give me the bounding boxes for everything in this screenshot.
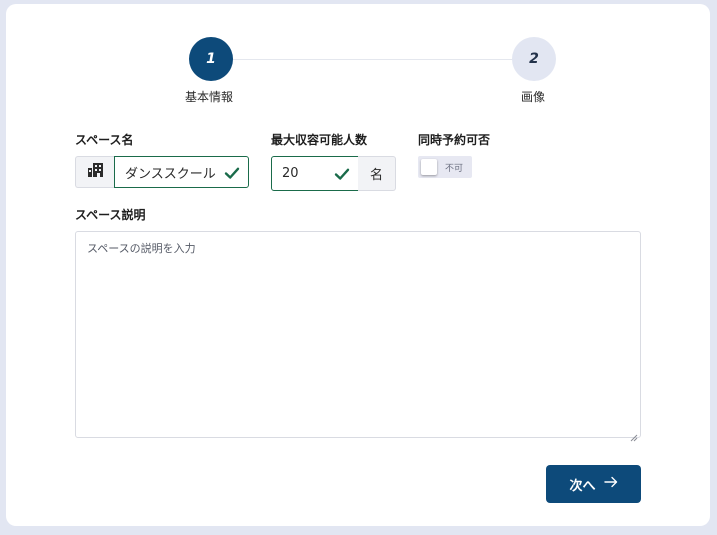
toggle-knob [421,159,437,175]
step-1-label: 基本情報 [185,90,234,104]
step-1-circle[interactable]: 1 [189,37,233,81]
description-placeholder: スペースの説明を入力 [87,242,196,255]
step-2-circle[interactable]: 2 [512,37,556,81]
toggle-state-text: 不可 [445,164,464,174]
step-1-number: 1 [206,51,216,67]
building-icon [87,162,104,182]
stepper-connector [230,59,514,60]
description-textarea[interactable]: スペースの説明を入力 [75,231,641,442]
space-name-value: ダンススクール [125,166,216,182]
space-name-input[interactable]: ダンススクール [114,156,249,188]
space-name-label: スペース名 [75,133,134,147]
description-label: スペース説明 [75,208,146,222]
check-icon [224,165,240,181]
capacity-label: 最大収容可能人数 [271,133,368,147]
capacity-value: 20 [282,166,299,181]
concurrent-booking-toggle[interactable]: 不可 [418,156,472,178]
next-button-label: 次へ [569,478,596,494]
space-name-prefix [75,156,115,188]
resize-grip-icon[interactable] [630,427,638,442]
capacity-suffix: 名 [358,156,396,191]
check-icon [334,166,350,182]
capacity-input[interactable]: 20 [271,156,359,191]
next-button[interactable]: 次へ [546,465,641,503]
concurrent-booking-label: 同時予約可否 [418,133,491,147]
step-2-label: 画像 [521,90,546,104]
arrow-right-icon [603,476,618,492]
capacity-unit: 名 [369,168,383,183]
step-2-number: 2 [529,51,539,67]
